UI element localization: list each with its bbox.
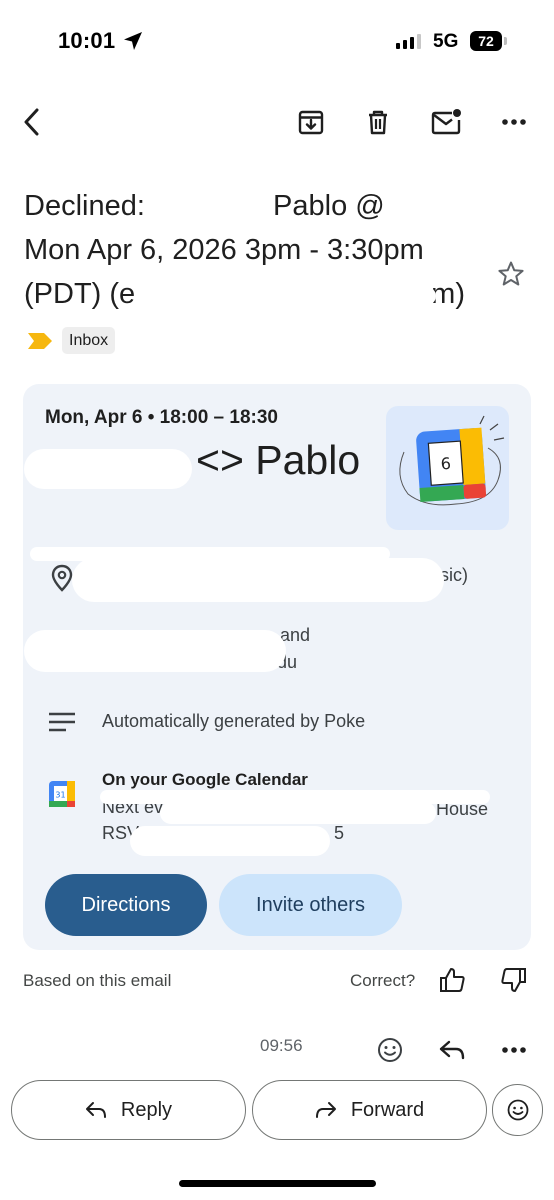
location-arrow-icon: [124, 32, 142, 50]
network-type: 5G: [433, 31, 459, 52]
emoji-icon: [378, 1038, 402, 1062]
forward-label: Forward: [350, 1098, 425, 1121]
reply-icon-button[interactable]: [434, 1032, 470, 1068]
emoji-icon: [507, 1099, 528, 1121]
directions-button[interactable]: Directions: [45, 874, 207, 936]
more-horizontal-icon: [502, 119, 526, 125]
redaction: [24, 449, 192, 489]
important-label-icon: [28, 333, 52, 349]
archive-icon: [298, 110, 324, 135]
event-title: <> Pablo: [196, 437, 361, 483]
react-button[interactable]: [492, 1084, 543, 1136]
add-reaction-button[interactable]: [372, 1032, 408, 1068]
svg-text:31: 31: [55, 791, 65, 800]
redaction: [146, 287, 436, 305]
redaction: [130, 826, 330, 856]
mail-unread-icon: [431, 109, 461, 135]
next-message-time: 09:56: [260, 1036, 303, 1055]
description-icon: [49, 712, 75, 732]
thumbs-up-button[interactable]: [434, 962, 470, 998]
home-indicator[interactable]: [179, 1180, 376, 1187]
svg-text:6: 6: [440, 454, 451, 474]
event-date-time: Mon, Apr 6 • 18:00 – 18:30: [45, 407, 278, 428]
event-description: Automatically generated by Poke: [102, 711, 366, 731]
mark-unread-button[interactable]: [428, 104, 464, 140]
calendar-art-icon: 6: [399, 415, 505, 506]
feedback-source-text: Based on this email: [23, 971, 172, 990]
inbox-label-chip[interactable]: Inbox: [62, 327, 116, 354]
feedback-question: Correct?: [350, 971, 416, 990]
reply-label: Reply: [120, 1098, 173, 1121]
redaction: [160, 802, 436, 824]
rsvp-tail: 5: [334, 823, 345, 843]
message-more-button[interactable]: [496, 1032, 532, 1068]
back-button[interactable]: [14, 104, 50, 140]
thumbs-down-button[interactable]: [496, 962, 532, 998]
star-button[interactable]: [493, 256, 529, 292]
reply-button[interactable]: Reply: [11, 1080, 246, 1140]
redaction: [20, 1036, 260, 1050]
invite-others-button[interactable]: Invite others: [219, 874, 402, 936]
thumbs-down-icon: [501, 968, 526, 992]
more-button[interactable]: [496, 104, 532, 140]
calendar-illustration: 6: [386, 406, 509, 530]
more-horizontal-icon: [502, 1047, 526, 1053]
calendar-section-heading: On your Google Calendar: [102, 770, 308, 789]
reply-icon: [439, 1040, 465, 1060]
redaction: [158, 198, 268, 214]
battery-icon: 72: [470, 31, 502, 51]
delete-button[interactable]: [360, 104, 396, 140]
forward-arrow-icon: [315, 1102, 336, 1118]
thumbs-up-icon: [440, 968, 465, 992]
star-icon: [498, 261, 524, 286]
back-arrow-icon: [24, 108, 39, 136]
redaction: [72, 558, 444, 602]
trash-icon: [369, 110, 387, 135]
location-pin-icon: [51, 564, 73, 592]
forward-button[interactable]: Forward: [252, 1080, 487, 1140]
cellular-signal-icon: [396, 33, 421, 49]
google-calendar-icon: 31: [49, 781, 75, 807]
redaction: [24, 630, 286, 672]
event-location[interactable]: sic): [440, 565, 468, 586]
battery-cap: [504, 37, 507, 45]
status-time: 10:01: [58, 28, 116, 53]
reply-arrow-icon: [85, 1102, 106, 1118]
archive-button[interactable]: [293, 104, 329, 140]
